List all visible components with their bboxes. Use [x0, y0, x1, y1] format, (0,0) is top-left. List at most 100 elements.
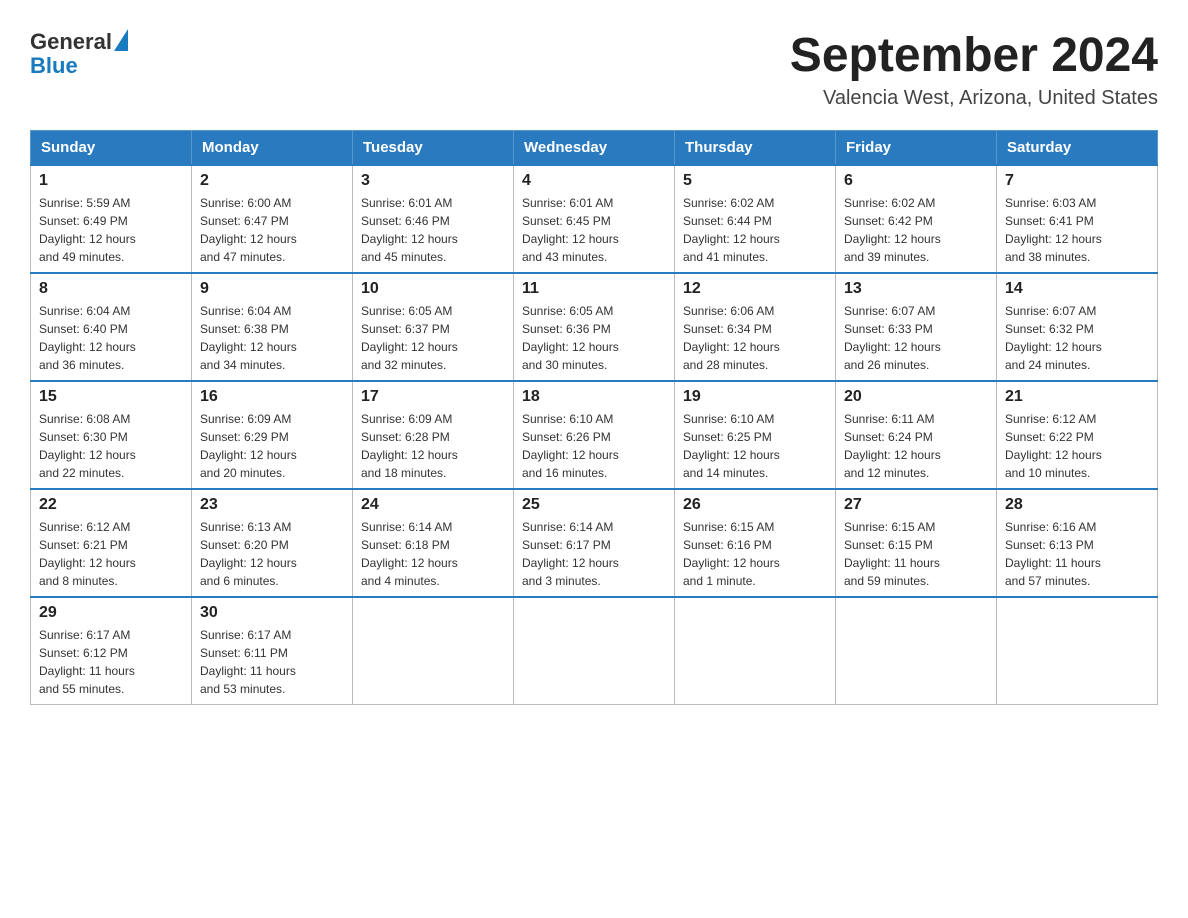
calendar-cell: 1 Sunrise: 5:59 AMSunset: 6:49 PMDaylight…	[31, 165, 192, 273]
day-number: 1	[39, 172, 183, 190]
calendar-cell: 9 Sunrise: 6:04 AMSunset: 6:38 PMDaylight…	[192, 273, 353, 381]
day-info: Sunrise: 6:11 AMSunset: 6:24 PMDaylight:…	[844, 410, 988, 482]
day-info: Sunrise: 6:04 AMSunset: 6:40 PMDaylight:…	[39, 302, 183, 374]
calendar-cell	[514, 597, 675, 705]
day-number: 24	[361, 496, 505, 514]
day-number: 17	[361, 388, 505, 406]
day-number: 28	[1005, 496, 1149, 514]
col-saturday: Saturday	[997, 130, 1158, 165]
calendar-cell: 5 Sunrise: 6:02 AMSunset: 6:44 PMDaylight…	[675, 165, 836, 273]
calendar-cell: 28 Sunrise: 6:16 AMSunset: 6:13 PMDayligh…	[997, 489, 1158, 597]
calendar-cell: 3 Sunrise: 6:01 AMSunset: 6:46 PMDaylight…	[353, 165, 514, 273]
day-number: 25	[522, 496, 666, 514]
day-number: 21	[1005, 388, 1149, 406]
day-info: Sunrise: 6:05 AMSunset: 6:36 PMDaylight:…	[522, 302, 666, 374]
day-number: 8	[39, 280, 183, 298]
calendar-cell: 7 Sunrise: 6:03 AMSunset: 6:41 PMDaylight…	[997, 165, 1158, 273]
calendar-cell	[675, 597, 836, 705]
page-header: General Blue September 2024 Valencia Wes…	[30, 30, 1158, 110]
day-number: 4	[522, 172, 666, 190]
day-number: 5	[683, 172, 827, 190]
day-info: Sunrise: 5:59 AMSunset: 6:49 PMDaylight:…	[39, 194, 183, 266]
calendar-cell: 15Sunrise: 6:08 AMSunset: 6:30 PMDayligh…	[31, 381, 192, 489]
col-thursday: Thursday	[675, 130, 836, 165]
logo-blue-text: Blue	[30, 54, 78, 78]
day-number: 27	[844, 496, 988, 514]
calendar-cell	[353, 597, 514, 705]
week-row-1: 1 Sunrise: 5:59 AMSunset: 6:49 PMDaylight…	[31, 165, 1158, 273]
calendar-cell: 10Sunrise: 6:05 AMSunset: 6:37 PMDayligh…	[353, 273, 514, 381]
calendar-cell: 21 Sunrise: 6:12 AMSunset: 6:22 PMDayligh…	[997, 381, 1158, 489]
day-number: 13	[844, 280, 988, 298]
week-row-2: 8 Sunrise: 6:04 AMSunset: 6:40 PMDaylight…	[31, 273, 1158, 381]
calendar-cell: 22 Sunrise: 6:12 AMSunset: 6:21 PMDayligh…	[31, 489, 192, 597]
title-block: September 2024 Valencia West, Arizona, U…	[790, 30, 1158, 110]
day-info: Sunrise: 6:09 AMSunset: 6:28 PMDaylight:…	[361, 410, 505, 482]
day-number: 20	[844, 388, 988, 406]
calendar-cell: 24 Sunrise: 6:14 AMSunset: 6:18 PMDayligh…	[353, 489, 514, 597]
calendar-cell	[997, 597, 1158, 705]
day-info: Sunrise: 6:01 AMSunset: 6:45 PMDaylight:…	[522, 194, 666, 266]
day-info: Sunrise: 6:10 AMSunset: 6:25 PMDaylight:…	[683, 410, 827, 482]
day-number: 3	[361, 172, 505, 190]
calendar-cell: 30Sunrise: 6:17 AMSunset: 6:11 PMDayligh…	[192, 597, 353, 705]
calendar-cell: 13 Sunrise: 6:07 AMSunset: 6:33 PMDayligh…	[836, 273, 997, 381]
day-number: 15	[39, 388, 183, 406]
day-number: 18	[522, 388, 666, 406]
day-number: 12	[683, 280, 827, 298]
day-number: 23	[200, 496, 344, 514]
day-number: 14	[1005, 280, 1149, 298]
calendar-cell: 11 Sunrise: 6:05 AMSunset: 6:36 PMDayligh…	[514, 273, 675, 381]
day-info: Sunrise: 6:13 AMSunset: 6:20 PMDaylight:…	[200, 518, 344, 590]
day-number: 7	[1005, 172, 1149, 190]
col-tuesday: Tuesday	[353, 130, 514, 165]
day-info: Sunrise: 6:06 AMSunset: 6:34 PMDaylight:…	[683, 302, 827, 374]
day-info: Sunrise: 6:17 AMSunset: 6:12 PMDaylight:…	[39, 626, 183, 698]
day-info: Sunrise: 6:02 AMSunset: 6:44 PMDaylight:…	[683, 194, 827, 266]
day-info: Sunrise: 6:09 AMSunset: 6:29 PMDaylight:…	[200, 410, 344, 482]
day-number: 11	[522, 280, 666, 298]
day-info: Sunrise: 6:16 AMSunset: 6:13 PMDaylight:…	[1005, 518, 1149, 590]
day-info: Sunrise: 6:12 AMSunset: 6:22 PMDaylight:…	[1005, 410, 1149, 482]
day-info: Sunrise: 6:17 AMSunset: 6:11 PMDaylight:…	[200, 626, 344, 698]
calendar-cell: 16 Sunrise: 6:09 AMSunset: 6:29 PMDayligh…	[192, 381, 353, 489]
day-info: Sunrise: 6:14 AMSunset: 6:18 PMDaylight:…	[361, 518, 505, 590]
day-info: Sunrise: 6:12 AMSunset: 6:21 PMDaylight:…	[39, 518, 183, 590]
calendar-cell: 26 Sunrise: 6:15 AMSunset: 6:16 PMDayligh…	[675, 489, 836, 597]
day-number: 22	[39, 496, 183, 514]
calendar-cell: 12 Sunrise: 6:06 AMSunset: 6:34 PMDayligh…	[675, 273, 836, 381]
location-title: Valencia West, Arizona, United States	[790, 87, 1158, 110]
calendar-cell: 4 Sunrise: 6:01 AMSunset: 6:45 PMDaylight…	[514, 165, 675, 273]
day-number: 6	[844, 172, 988, 190]
logo-triangle-icon	[114, 29, 128, 51]
calendar-header-row: Sunday Monday Tuesday Wednesday Thursday…	[31, 130, 1158, 165]
day-number: 16	[200, 388, 344, 406]
day-info: Sunrise: 6:01 AMSunset: 6:46 PMDaylight:…	[361, 194, 505, 266]
month-title: September 2024	[790, 30, 1158, 83]
calendar-cell: 18Sunrise: 6:10 AMSunset: 6:26 PMDayligh…	[514, 381, 675, 489]
week-row-4: 22 Sunrise: 6:12 AMSunset: 6:21 PMDayligh…	[31, 489, 1158, 597]
logo-general-text: General	[30, 30, 112, 54]
day-number: 19	[683, 388, 827, 406]
day-number: 26	[683, 496, 827, 514]
calendar-cell	[836, 597, 997, 705]
calendar-cell: 6Sunrise: 6:02 AMSunset: 6:42 PMDaylight…	[836, 165, 997, 273]
week-row-5: 29Sunrise: 6:17 AMSunset: 6:12 PMDayligh…	[31, 597, 1158, 705]
day-info: Sunrise: 6:07 AMSunset: 6:33 PMDaylight:…	[844, 302, 988, 374]
col-monday: Monday	[192, 130, 353, 165]
day-info: Sunrise: 6:14 AMSunset: 6:17 PMDaylight:…	[522, 518, 666, 590]
calendar-cell: 8 Sunrise: 6:04 AMSunset: 6:40 PMDaylight…	[31, 273, 192, 381]
day-number: 9	[200, 280, 344, 298]
calendar-cell: 20 Sunrise: 6:11 AMSunset: 6:24 PMDayligh…	[836, 381, 997, 489]
day-info: Sunrise: 6:04 AMSunset: 6:38 PMDaylight:…	[200, 302, 344, 374]
calendar-cell: 27 Sunrise: 6:15 AMSunset: 6:15 PMDayligh…	[836, 489, 997, 597]
calendar-cell: 19 Sunrise: 6:10 AMSunset: 6:25 PMDayligh…	[675, 381, 836, 489]
day-info: Sunrise: 6:07 AMSunset: 6:32 PMDaylight:…	[1005, 302, 1149, 374]
calendar-table: Sunday Monday Tuesday Wednesday Thursday…	[30, 130, 1158, 705]
day-number: 2	[200, 172, 344, 190]
day-info: Sunrise: 6:15 AMSunset: 6:16 PMDaylight:…	[683, 518, 827, 590]
calendar-cell: 29Sunrise: 6:17 AMSunset: 6:12 PMDayligh…	[31, 597, 192, 705]
day-info: Sunrise: 6:15 AMSunset: 6:15 PMDaylight:…	[844, 518, 988, 590]
col-friday: Friday	[836, 130, 997, 165]
day-info: Sunrise: 6:03 AMSunset: 6:41 PMDaylight:…	[1005, 194, 1149, 266]
